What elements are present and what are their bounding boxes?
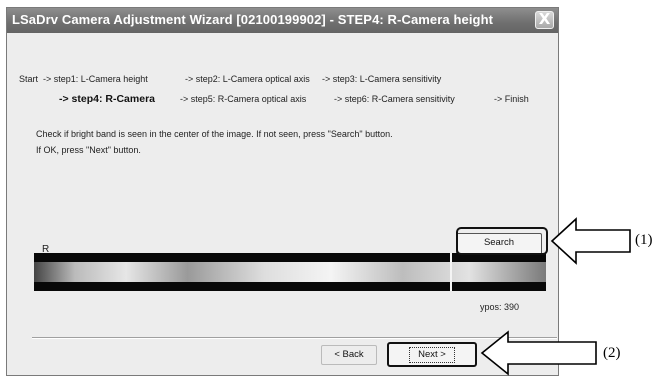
left-arrow-icon [480,330,597,376]
search-highlight [456,227,548,255]
left-arrow-icon [550,217,631,265]
next-button-label: Next > [409,347,455,363]
position-marker [450,253,452,291]
next-button[interactable]: Next > [387,342,477,367]
footer-separator [32,337,557,339]
wizard-window: LSaDrv Camera Adjustment Wizard [0210019… [6,7,559,376]
callout-1: (1) [635,232,653,248]
step-3: -> step3: L-Camera sensitivity [322,74,442,84]
bright-band [34,262,546,282]
title-bar: LSaDrv Camera Adjustment Wizard [0210019… [7,8,558,33]
instruction-line-2: If OK, press "Next" button. [36,145,141,155]
ypos-readout: ypos: 390 [480,302,520,312]
camera-image [34,253,546,291]
close-icon: X [538,10,551,28]
back-button[interactable]: < Back [321,345,377,365]
step-4-current: -> step4: R-Camera [59,93,155,105]
close-button[interactable]: X [535,10,554,29]
step-6: -> step6: R-Camera sensitivity [334,94,455,104]
step-5: -> step5: R-Camera optical axis [180,94,307,104]
step-start: Start [19,74,39,84]
window-title: LSaDrv Camera Adjustment Wizard [0210019… [12,12,494,27]
instruction-line-1: Check if bright band is seen in the cent… [36,129,393,139]
step-finish: -> Finish [494,94,529,104]
step-1: -> step1: L-Camera height [43,74,148,84]
callout-2: (2) [603,345,621,361]
step-2: -> step2: L-Camera optical axis [185,74,310,84]
